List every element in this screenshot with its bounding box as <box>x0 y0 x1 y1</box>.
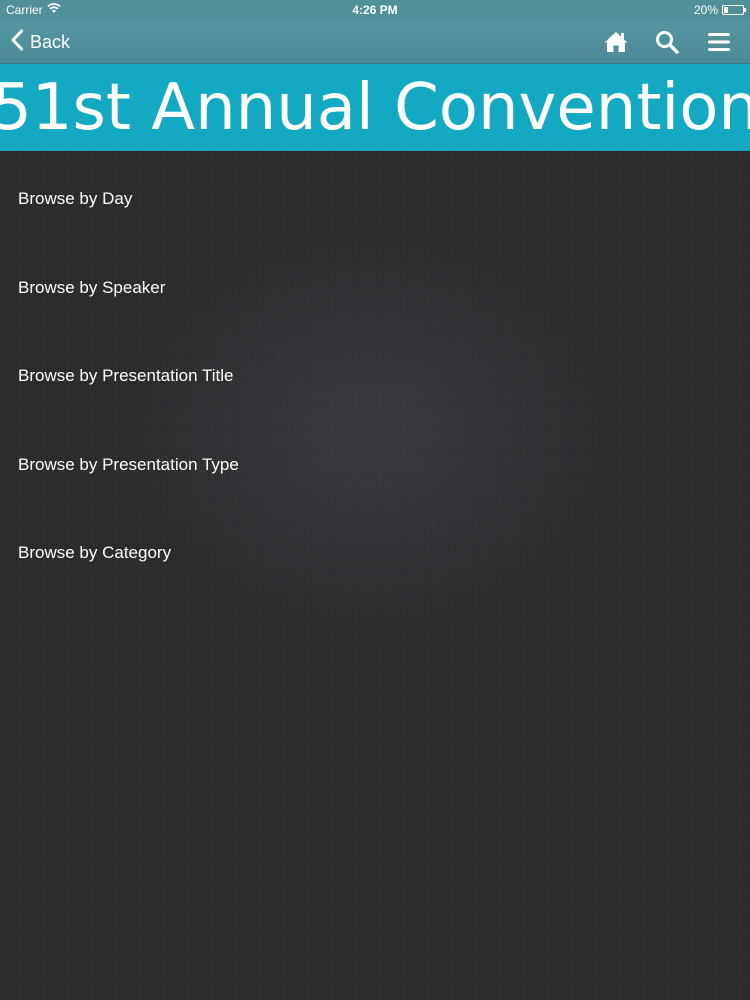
banner-title: 51st Annual Convention <box>0 70 750 145</box>
browse-by-speaker-item[interactable]: Browse by Speaker <box>18 276 165 300</box>
battery-icon <box>722 5 746 15</box>
convention-banner: 51st Annual Convention <box>0 64 750 151</box>
chevron-left-icon <box>10 29 24 56</box>
search-icon[interactable] <box>654 29 680 55</box>
browse-by-day-item[interactable]: Browse by Day <box>18 187 132 211</box>
battery-indicator: 20% <box>693 3 746 17</box>
back-button[interactable]: Back <box>10 28 70 56</box>
browse-by-presentation-type-item[interactable]: Browse by Presentation Type <box>18 453 239 477</box>
status-time: 4:26 PM <box>352 3 398 17</box>
home-icon[interactable] <box>603 29 629 55</box>
browse-by-presentation-title-item[interactable]: Browse by Presentation Title <box>18 364 233 388</box>
status-bar: Carrier 4:26 PM 20% <box>0 0 750 20</box>
navigation-bar: Back <box>0 20 750 64</box>
back-label: Back <box>30 31 71 52</box>
battery-percent: 20% <box>693 3 718 17</box>
main-content: Browse by Day Browse by Speaker Browse b… <box>0 151 750 1000</box>
hamburger-menu-icon[interactable] <box>706 29 732 55</box>
browse-by-category-item[interactable]: Browse by Category <box>18 541 171 565</box>
battery-fill <box>724 7 728 13</box>
